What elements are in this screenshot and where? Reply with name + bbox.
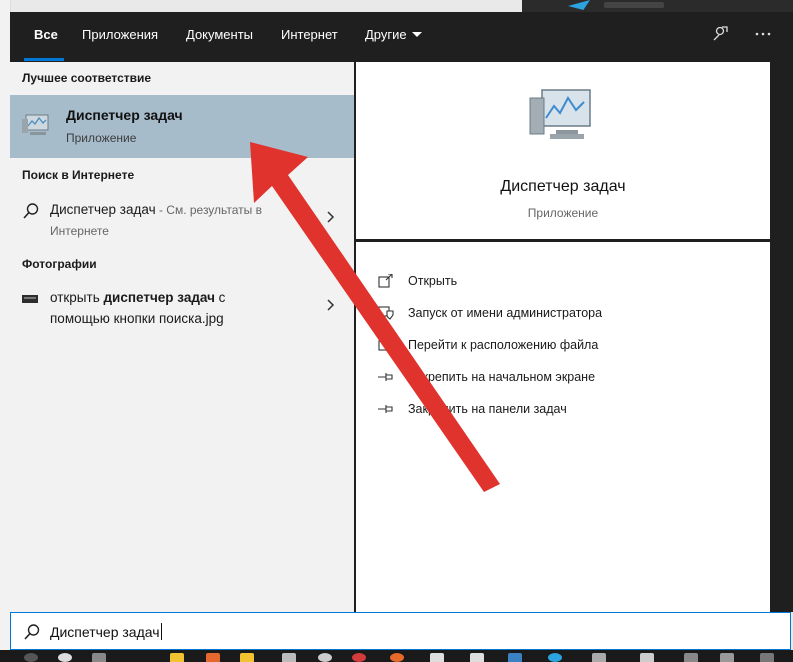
web-search-header: Поиск в Интернете	[22, 168, 135, 182]
app-icon[interactable]	[508, 653, 522, 662]
background-window-strip	[522, 0, 793, 12]
app-icon[interactable]	[684, 653, 698, 662]
search-icon	[23, 623, 41, 641]
tab-more[interactable]: Другие	[365, 27, 422, 42]
pin-icon	[378, 370, 394, 384]
background-window-title	[604, 2, 664, 8]
folder-icon[interactable]	[170, 653, 184, 662]
app-icon[interactable]	[282, 653, 296, 662]
action-label: Открыть	[408, 274, 458, 288]
app-icon[interactable]	[592, 653, 606, 662]
best-match-subtitle: Приложение	[66, 131, 137, 145]
action-label: Перейти к расположению файла	[408, 338, 599, 352]
photo-line1-prefix: открыть	[50, 290, 104, 305]
search-icon	[22, 202, 40, 225]
app-icon[interactable]	[206, 653, 220, 662]
search-tabs-bar: Все Приложения Документы Интернет Другие	[10, 12, 793, 62]
action-label: Запуск от имени администратора	[408, 306, 603, 320]
chevron-right-icon[interactable]	[326, 298, 336, 311]
telegram-icon	[568, 0, 590, 10]
actions-list: Открыть Запуск от имени администратора П…	[356, 242, 770, 612]
app-icon[interactable]	[720, 653, 734, 662]
preview-panel: Диспетчер задач Приложение Открыть Запус…	[356, 62, 770, 612]
app-name: Диспетчер задач	[500, 178, 626, 195]
app-icon[interactable]	[430, 653, 444, 662]
pin-icon	[378, 402, 394, 416]
task-manager-icon	[22, 113, 52, 137]
best-match-header: Лучшее соответствие	[22, 71, 152, 85]
search-input[interactable]: Диспетчер задач	[50, 624, 160, 640]
cortana-icon[interactable]	[24, 653, 38, 662]
web-search-query: Диспетчер задач	[50, 202, 156, 217]
active-tab-indicator	[24, 58, 64, 61]
action-label: Закрепить на панели задач	[408, 402, 567, 416]
open-icon	[378, 273, 394, 288]
best-match-title: Диспетчер задач	[66, 107, 183, 123]
app-icon[interactable]	[640, 653, 654, 662]
web-search-line2: Интернете	[50, 224, 109, 238]
web-search-suffix: - См. результаты в	[155, 203, 262, 217]
results-panel: Лучшее соответствие Диспетчер задач Прил…	[10, 62, 354, 612]
tab-more-label: Другие	[365, 27, 407, 42]
app-preview-card: Диспетчер задач Приложение	[356, 62, 770, 239]
photo-line2: помощью кнопки поиска.jpg	[50, 311, 224, 326]
photos-header: Фотографии	[22, 257, 97, 271]
explorer-icon[interactable]	[240, 653, 254, 662]
shield-icon	[378, 306, 394, 320]
tab-apps[interactable]: Приложения	[82, 27, 158, 42]
best-match-item[interactable]: Диспетчер задач Приложение	[10, 95, 354, 158]
web-search-item[interactable]: Диспетчер задач - См. результаты в Интер…	[10, 200, 354, 244]
text-cursor	[160, 623, 162, 640]
telegram-icon[interactable]	[548, 653, 562, 662]
app-icon[interactable]	[318, 653, 332, 662]
file-location-icon	[378, 338, 394, 352]
photo-line1-suffix: с	[214, 290, 226, 305]
chevron-down-icon	[411, 32, 422, 37]
task-manager-icon	[528, 86, 598, 146]
firefox-icon[interactable]	[390, 653, 404, 662]
taskview-icon[interactable]	[92, 653, 106, 662]
chevron-right-icon[interactable]	[326, 210, 336, 223]
app-type: Приложение	[527, 206, 599, 220]
tab-all[interactable]: Все	[34, 27, 58, 42]
search-box[interactable]: Диспетчер задач	[10, 612, 791, 650]
search-taskbar-icon[interactable]	[58, 653, 72, 662]
tab-documents[interactable]: Документы	[186, 27, 253, 42]
feedback-icon[interactable]	[708, 25, 732, 49]
tab-internet[interactable]: Интернет	[281, 27, 338, 42]
action-label: Закрепить на начальном экране	[408, 370, 596, 384]
app-icon[interactable]	[760, 653, 774, 662]
photo-item[interactable]: открыть диспетчер задач с помощью кнопки…	[10, 288, 354, 332]
photo-line1-bold: диспетчер задач	[103, 290, 215, 305]
image-file-icon	[22, 292, 40, 310]
taskbar	[0, 650, 793, 662]
app-icon[interactable]	[470, 653, 484, 662]
browser-icon[interactable]	[352, 653, 366, 662]
more-icon[interactable]	[751, 25, 775, 49]
